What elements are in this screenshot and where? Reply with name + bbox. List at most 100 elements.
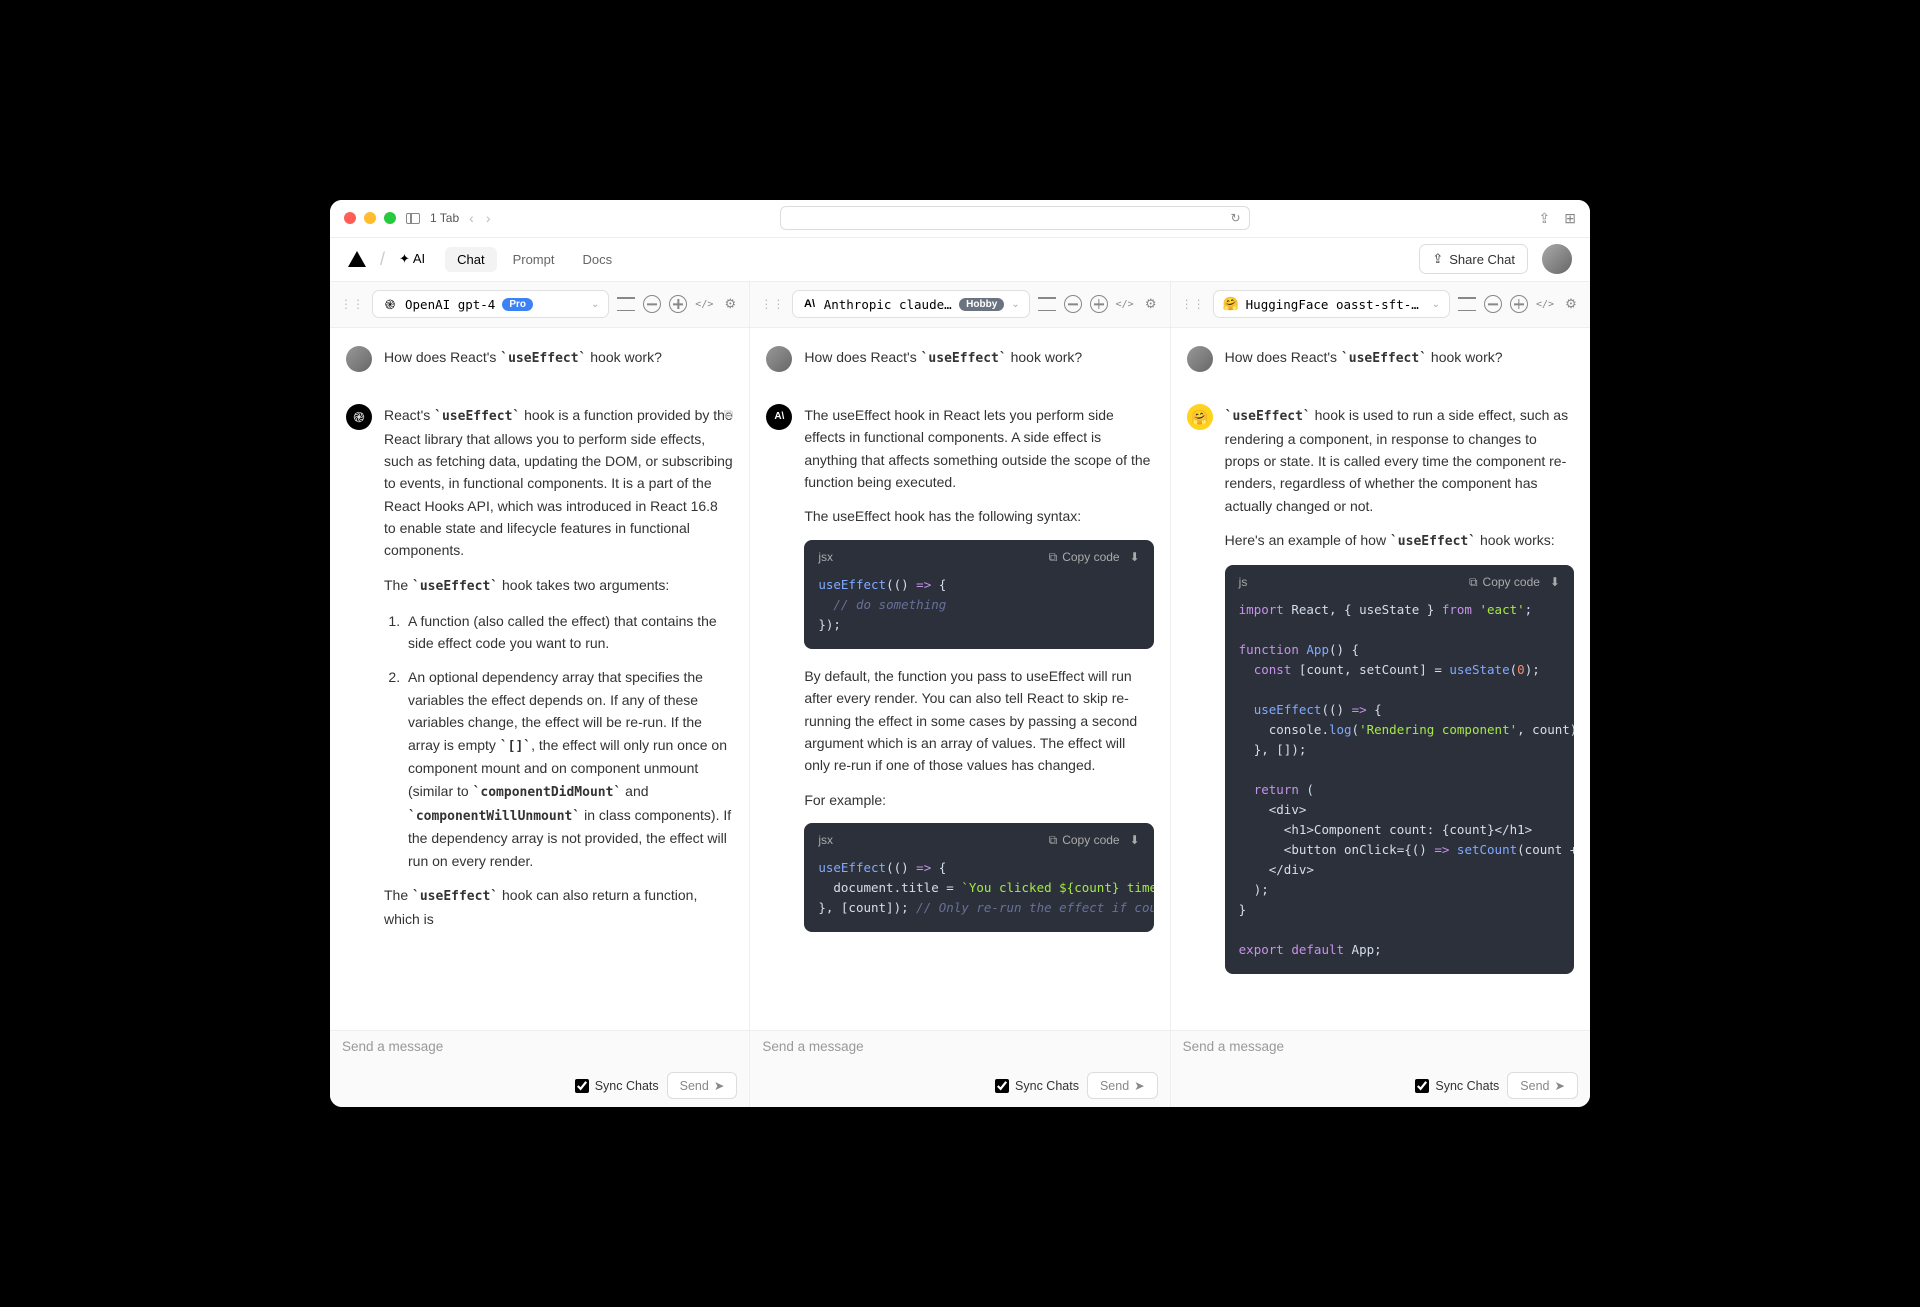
add-column-icon[interactable] bbox=[1090, 295, 1108, 313]
tab-count-label: 1 Tab bbox=[430, 211, 459, 225]
tabs-grid-icon[interactable]: ⊞ bbox=[1564, 210, 1576, 227]
code-block: js ⧉ Copy code ⬇ import React, { useStat… bbox=[1225, 565, 1574, 974]
logo-icon[interactable] bbox=[348, 251, 366, 267]
message-input[interactable] bbox=[1183, 1039, 1578, 1061]
copy-message-icon[interactable]: ⧉ bbox=[724, 404, 733, 425]
list-item: A function (also called the effect) that… bbox=[404, 610, 733, 655]
sidebar-toggle-icon[interactable] bbox=[406, 213, 420, 224]
model-selector-row: ⋮⋮ A\ Anthropic claude-v1 Hobby ⌄ bbox=[750, 282, 1169, 328]
traffic-lights bbox=[344, 212, 396, 224]
tier-badge: Pro bbox=[502, 298, 533, 311]
sync-chats-toggle[interactable]: Sync Chats bbox=[1415, 1079, 1499, 1093]
gear-icon[interactable] bbox=[1142, 295, 1160, 313]
chat-column-huggingface: ⋮⋮ 🤗 HuggingFace oasst-sft-4-pythia-12..… bbox=[1171, 282, 1590, 1107]
reload-icon[interactable]: ↻ bbox=[1230, 211, 1240, 225]
minimize-window-icon[interactable] bbox=[364, 212, 376, 224]
code-content: useEffect(() => { // do something }); bbox=[804, 575, 1153, 649]
download-code-icon[interactable]: ⬇ bbox=[1130, 831, 1140, 850]
chat-messages: How does React's `useEffect` hook work? … bbox=[330, 328, 749, 1030]
tab-docs[interactable]: Docs bbox=[570, 247, 624, 272]
sync-chats-toggle[interactable]: Sync Chats bbox=[575, 1079, 659, 1093]
share-icon[interactable]: ⇪ bbox=[1539, 210, 1551, 227]
assistant-message: 🤗 `useEffect` hook is used to run a side… bbox=[1187, 404, 1574, 990]
sync-checkbox[interactable] bbox=[575, 1079, 589, 1093]
code-icon[interactable] bbox=[695, 295, 713, 313]
code-icon[interactable] bbox=[1116, 295, 1134, 313]
remove-column-icon[interactable] bbox=[1064, 295, 1082, 313]
drag-handle-icon[interactable]: ⋮⋮ bbox=[340, 297, 364, 311]
download-code-icon[interactable]: ⬇ bbox=[1130, 548, 1140, 567]
download-code-icon[interactable]: ⬇ bbox=[1550, 573, 1560, 592]
chat-column-openai: ⋮⋮ ֎ OpenAI gpt-4 Pro ⌄ bbox=[330, 282, 750, 1107]
drag-handle-icon[interactable]: ⋮⋮ bbox=[760, 297, 784, 311]
add-column-icon[interactable] bbox=[669, 295, 687, 313]
forward-icon[interactable]: › bbox=[486, 210, 491, 226]
send-button[interactable]: Send ➤ bbox=[667, 1072, 738, 1099]
question-text: How does React's `useEffect` hook work? bbox=[1225, 346, 1574, 370]
sync-chats-toggle[interactable]: Sync Chats bbox=[995, 1079, 1079, 1093]
sliders-icon[interactable] bbox=[1458, 295, 1476, 313]
model-name-label: Anthropic claude-v1 bbox=[824, 297, 952, 312]
sliders-icon[interactable] bbox=[1038, 295, 1056, 313]
openai-icon: ֎ bbox=[382, 296, 398, 312]
code-lang-label: jsx bbox=[818, 548, 1048, 567]
anthropic-icon: A\ bbox=[802, 296, 816, 312]
anthropic-icon: A\ bbox=[766, 404, 792, 430]
code-icon[interactable] bbox=[1536, 295, 1554, 313]
user-avatar-small bbox=[1187, 346, 1213, 372]
code-lang-label: jsx bbox=[818, 831, 1048, 850]
close-window-icon[interactable] bbox=[344, 212, 356, 224]
send-icon: ➤ bbox=[714, 1078, 724, 1093]
add-column-icon[interactable] bbox=[1510, 295, 1528, 313]
breadcrumb-sep: / bbox=[380, 249, 385, 270]
copy-code-button[interactable]: ⧉ Copy code bbox=[1469, 573, 1540, 592]
browser-chrome: 1 Tab ‹ › ↻ ⇪ ⊞ bbox=[330, 200, 1590, 238]
user-avatar-small bbox=[346, 346, 372, 372]
sync-checkbox[interactable] bbox=[1415, 1079, 1429, 1093]
send-button[interactable]: Send ➤ bbox=[1507, 1072, 1578, 1099]
model-select[interactable]: A\ Anthropic claude-v1 Hobby ⌄ bbox=[792, 290, 1029, 318]
gear-icon[interactable] bbox=[1562, 295, 1580, 313]
list-item: An optional dependency array that specif… bbox=[404, 666, 733, 872]
message-input[interactable] bbox=[762, 1039, 1157, 1061]
sliders-icon[interactable] bbox=[617, 295, 635, 313]
share-label: Share Chat bbox=[1449, 252, 1515, 267]
remove-column-icon[interactable] bbox=[1484, 295, 1502, 313]
model-name-label: OpenAI gpt-4 bbox=[405, 297, 495, 312]
code-lang-label: js bbox=[1239, 573, 1469, 592]
back-icon[interactable]: ‹ bbox=[469, 210, 474, 226]
send-icon: ➤ bbox=[1134, 1078, 1144, 1093]
copy-code-button[interactable]: ⧉ Copy code bbox=[1049, 831, 1120, 850]
model-select[interactable]: 🤗 HuggingFace oasst-sft-4-pythia-12... ⌄ bbox=[1213, 290, 1450, 318]
send-button[interactable]: Send ➤ bbox=[1087, 1072, 1158, 1099]
maximize-window-icon[interactable] bbox=[384, 212, 396, 224]
composer: Sync Chats Send ➤ bbox=[750, 1030, 1169, 1107]
user-avatar[interactable] bbox=[1542, 244, 1572, 274]
chevron-down-icon: ⌄ bbox=[1432, 299, 1440, 310]
drag-handle-icon[interactable]: ⋮⋮ bbox=[1181, 297, 1205, 311]
tab-chat[interactable]: Chat bbox=[445, 247, 496, 272]
message-input[interactable] bbox=[342, 1039, 737, 1061]
sync-checkbox[interactable] bbox=[995, 1079, 1009, 1093]
question-text: How does React's `useEffect` hook work? bbox=[804, 346, 1153, 370]
nav-tabs: Chat Prompt Docs bbox=[445, 247, 624, 272]
chat-messages: How does React's `useEffect` hook work? … bbox=[750, 328, 1169, 1030]
user-message: How does React's `useEffect` hook work? bbox=[1187, 346, 1574, 382]
remove-column-icon[interactable] bbox=[643, 295, 661, 313]
chat-column-anthropic: ⋮⋮ A\ Anthropic claude-v1 Hobby ⌄ bbox=[750, 282, 1170, 1107]
model-select[interactable]: ֎ OpenAI gpt-4 Pro ⌄ bbox=[372, 290, 609, 318]
assistant-message: ֎ ⧉ React's `useEffect` hook is a functi… bbox=[346, 404, 733, 943]
url-bar[interactable]: ↻ bbox=[780, 206, 1250, 230]
assistant-message: A\ The useEffect hook in React lets you … bbox=[766, 404, 1153, 949]
huggingface-icon: 🤗 bbox=[1187, 404, 1213, 430]
chat-columns: ⋮⋮ ֎ OpenAI gpt-4 Pro ⌄ bbox=[330, 282, 1590, 1107]
gear-icon[interactable] bbox=[721, 295, 739, 313]
tab-prompt[interactable]: Prompt bbox=[501, 247, 567, 272]
brand-label: ✦ AI bbox=[399, 251, 425, 267]
code-block: jsx ⧉ Copy code ⬇ useEffect(() => { docu… bbox=[804, 823, 1153, 932]
huggingface-icon: 🤗 bbox=[1223, 296, 1239, 312]
send-icon: ➤ bbox=[1555, 1078, 1565, 1093]
copy-code-button[interactable]: ⧉ Copy code bbox=[1049, 548, 1120, 567]
code-block: jsx ⧉ Copy code ⬇ useEffect(() => { // d… bbox=[804, 540, 1153, 649]
share-chat-button[interactable]: ⇪ Share Chat bbox=[1419, 244, 1528, 274]
